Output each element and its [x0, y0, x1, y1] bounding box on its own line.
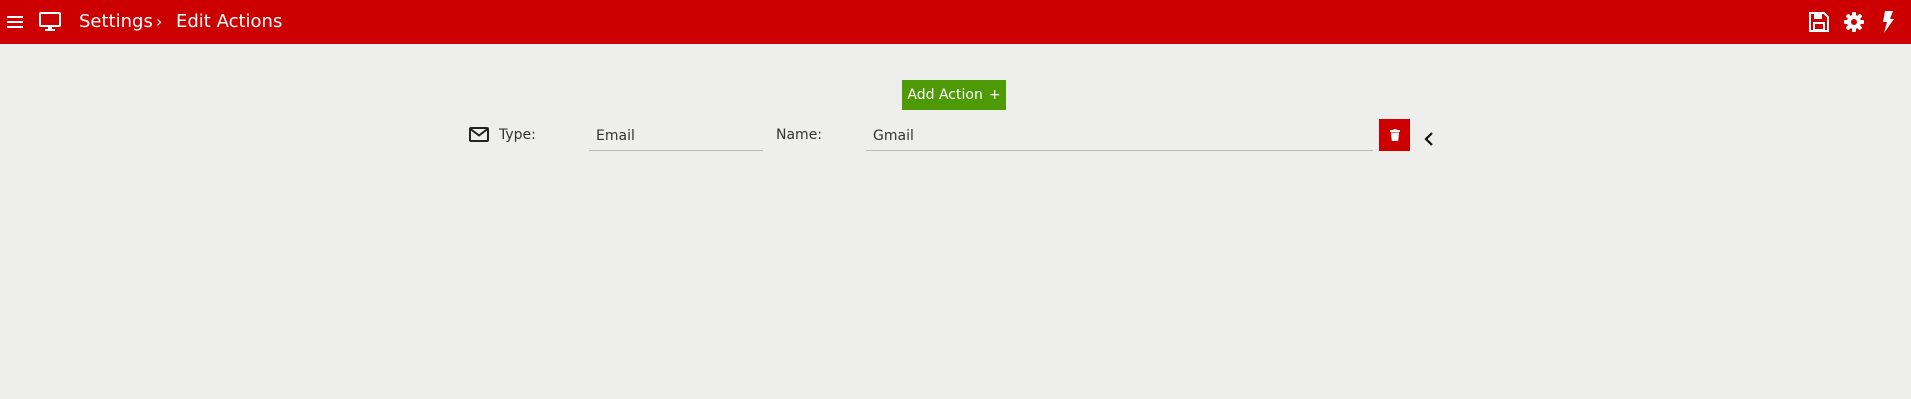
app-header: Settings › Edit Actions — [0, 0, 1911, 44]
trash-icon — [1389, 129, 1400, 141]
name-field[interactable] — [866, 121, 1373, 151]
flash-icon — [1883, 11, 1894, 33]
add-action-button[interactable]: Add Action + — [902, 80, 1006, 110]
page-title: Edit Actions — [176, 11, 283, 32]
monitor-button[interactable] — [38, 10, 62, 34]
flash-button[interactable] — [1876, 10, 1900, 34]
type-label: Type: — [499, 127, 536, 143]
mail-icon — [469, 127, 489, 142]
type-field[interactable] — [589, 121, 763, 151]
menu-button[interactable] — [4, 10, 28, 34]
save-icon — [1809, 12, 1829, 32]
settings-button[interactable] — [1842, 10, 1866, 34]
save-button[interactable] — [1807, 10, 1831, 34]
plus-icon: + — [988, 87, 1001, 103]
chevron-left-icon[interactable] — [1421, 129, 1437, 149]
add-action-label: Add Action — [907, 87, 983, 103]
gear-icon — [1844, 12, 1864, 32]
monitor-icon — [39, 12, 61, 31]
breadcrumb-settings[interactable]: Settings — [79, 10, 153, 34]
menu-icon — [7, 16, 23, 28]
delete-action-button[interactable] — [1379, 119, 1410, 151]
name-label: Name: — [776, 127, 823, 143]
breadcrumb-separator: › — [156, 12, 163, 31]
